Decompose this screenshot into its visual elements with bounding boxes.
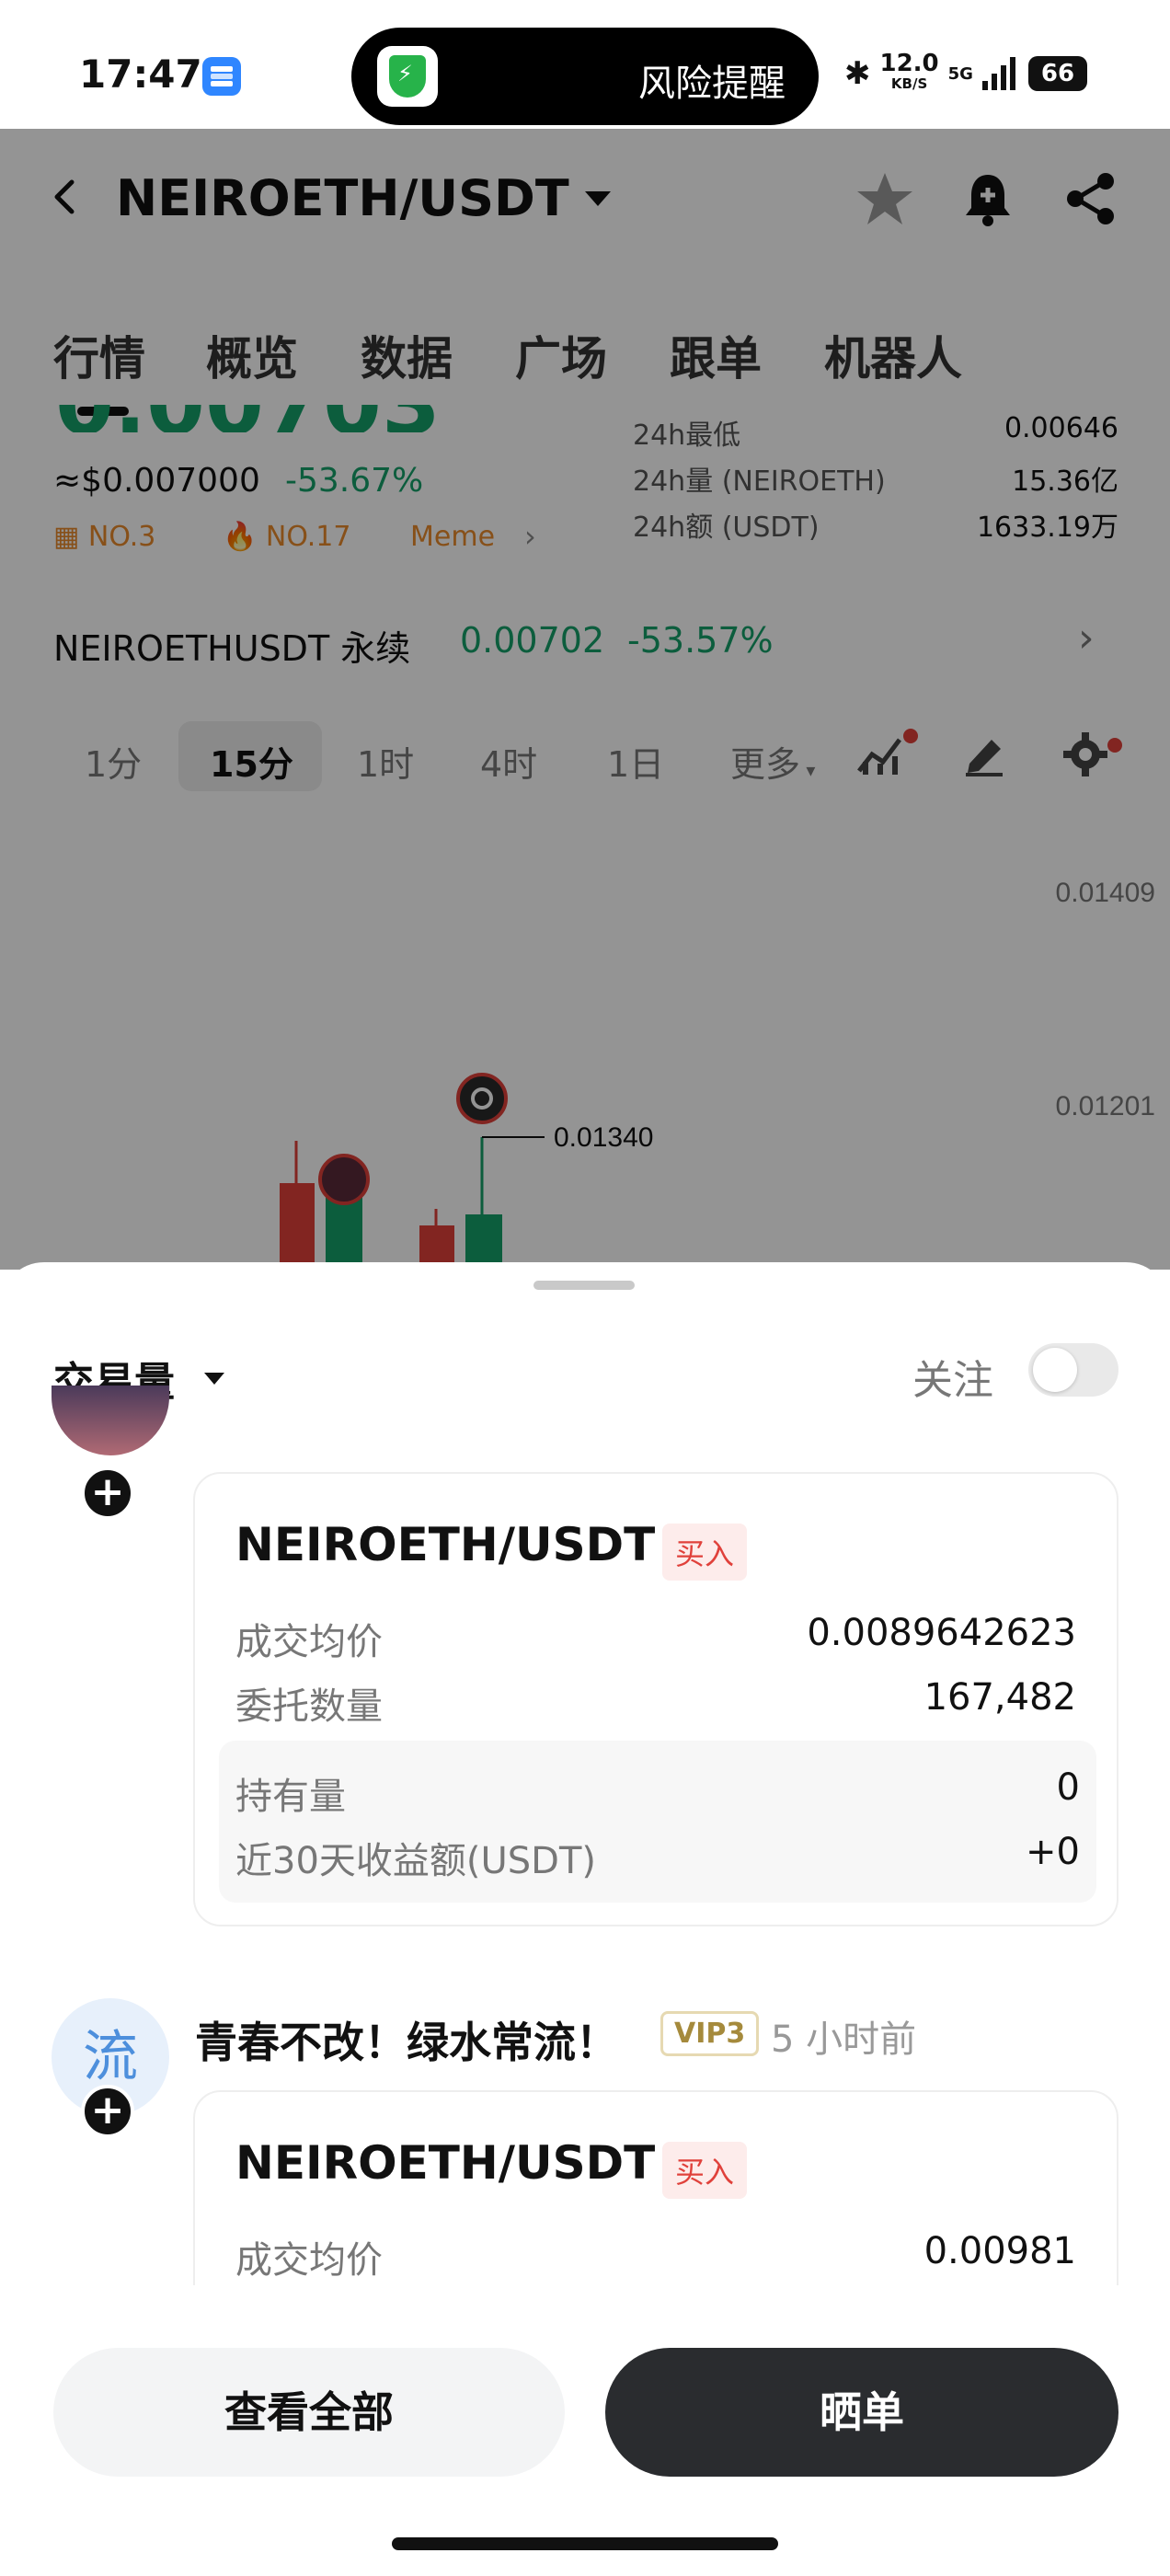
holding-summary: 持有量 0 近30天收益额(USDT) +0: [219, 1741, 1096, 1903]
app-notification-icon: [202, 57, 241, 96]
follow-plus-icon[interactable]: +: [81, 2085, 134, 2138]
network-label: 5G: [947, 63, 973, 84]
battery-icon: 66: [1027, 56, 1087, 91]
side-badge: 买入: [662, 2142, 748, 2199]
follow-toggle[interactable]: [1028, 1343, 1118, 1397]
bluetooth-icon: ✱: [844, 55, 871, 92]
pnl-30d-label: 近30天收益额(USDT): [235, 1840, 597, 1882]
modal-scrim[interactable]: [0, 129, 1170, 1270]
avg-price-value: 0.00981: [923, 2230, 1076, 2272]
card-pair: NEIROETH/USDT: [235, 2136, 656, 2190]
chevron-down-icon[interactable]: [204, 1373, 224, 1385]
share-order-button[interactable]: 晒单: [605, 2348, 1118, 2477]
side-badge: 买入: [662, 1524, 748, 1581]
clock: 17:47: [79, 52, 202, 97]
status-bar: 17:47 风险提醒 ✱ 12.0 KB/S 5G 66: [0, 0, 1170, 129]
holding-value: 0: [1056, 1766, 1080, 1809]
trader-name[interactable]: 青春不改！绿水常流！: [195, 2009, 618, 2070]
view-all-button[interactable]: 查看全部: [53, 2348, 565, 2477]
avg-price-label: 成交均价: [235, 1621, 383, 1663]
vip-badge: VIP3: [660, 2011, 760, 2056]
avg-price-label: 成交均价: [235, 2239, 383, 2282]
avatar[interactable]: [52, 1386, 169, 1455]
trade-time: 5 小时前: [771, 2018, 917, 2061]
follow-filter-label: 关注: [912, 1357, 993, 1404]
trade-card[interactable]: NEIROETH/USDT 买入 成交均价 0.0089642623 委托数量 …: [193, 1472, 1118, 1926]
net-speed: 12.0: [879, 50, 939, 77]
shield-icon: [377, 46, 438, 107]
risk-alert-text: 风险提醒: [638, 63, 786, 105]
card-pair: NEIROETH/USDT: [235, 1518, 656, 1571]
avg-price-value: 0.0089642623: [807, 1612, 1076, 1654]
net-speed-unit: KB/S: [890, 75, 928, 92]
status-icons: ✱ 12.0 KB/S 5G 66: [844, 50, 1087, 94]
signal-icon: [981, 57, 1015, 90]
order-qty-label: 委托数量: [235, 1685, 383, 1728]
pnl-30d-value: +0: [1026, 1831, 1080, 1873]
dynamic-island[interactable]: 风险提醒: [351, 28, 819, 125]
home-indicator[interactable]: [392, 2537, 778, 2550]
holding-label: 持有量: [235, 1776, 346, 1818]
follow-plus-icon[interactable]: +: [81, 1466, 134, 1520]
order-qty-value: 167,482: [923, 1676, 1076, 1719]
sheet-grabber[interactable]: [533, 1281, 635, 1290]
